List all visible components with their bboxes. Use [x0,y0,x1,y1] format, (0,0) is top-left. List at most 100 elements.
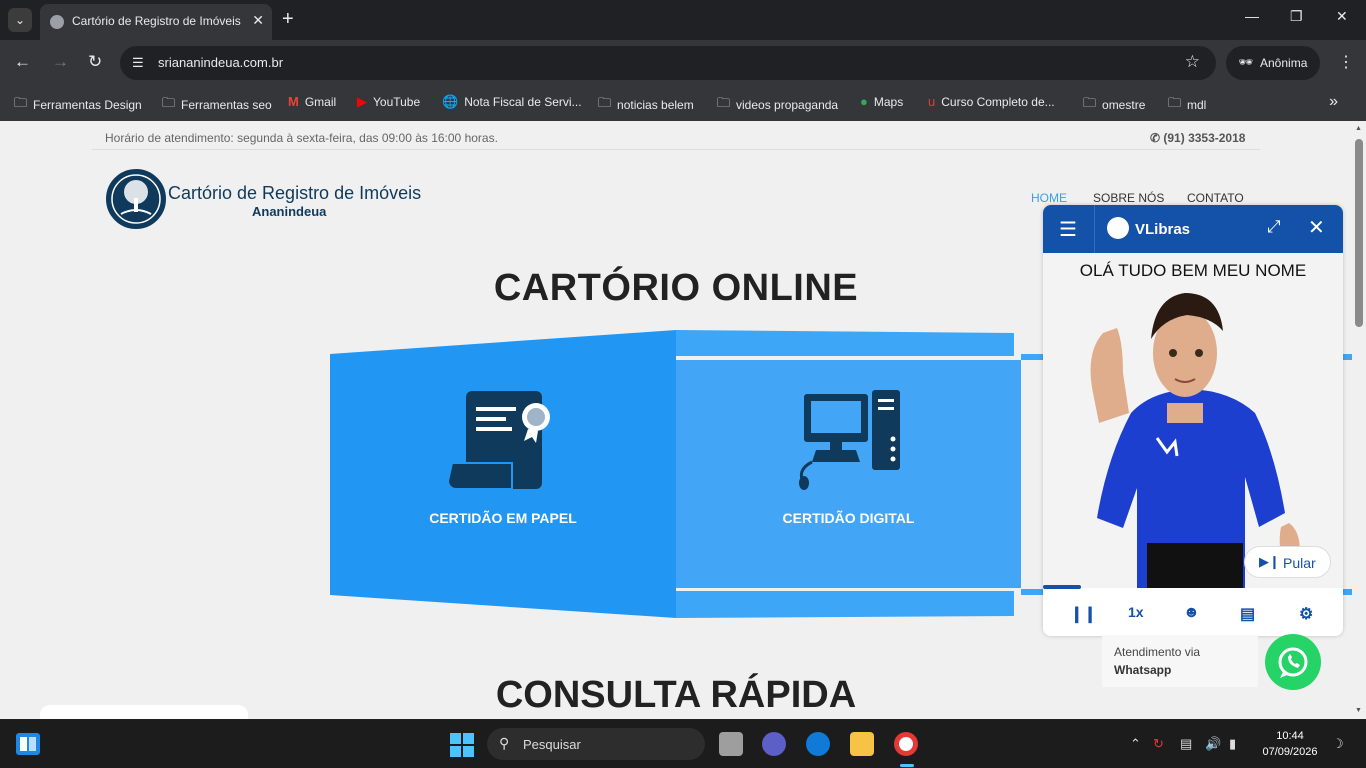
bookmark-item[interactable]: 🌐 Nota Fiscal de Servi... [442,94,582,110]
volume-icon[interactable]: 🔊 [1205,736,1221,752]
tray-overflow-icon[interactable]: ⌃ [1130,736,1141,752]
bookmark-item[interactable]: 🗀 omestre [1083,94,1145,116]
new-tab-button[interactable]: + [282,8,294,30]
taskbar-search[interactable]: ⚲ Pesquisar [487,728,705,760]
reload-button[interactable]: ↻ [88,52,102,72]
teams-chat-icon[interactable] [762,732,786,756]
divider [1094,205,1095,253]
bookmark-item[interactable]: u Curso Completo de... [928,94,1055,109]
tab-favicon-icon [50,15,64,29]
udemy-icon: u [928,94,936,109]
emoji-icon[interactable]: ☻ [1183,604,1200,622]
notifications-icon[interactable]: ☽ [1332,736,1344,752]
folder-icon: 🗀 [162,95,176,110]
certidao-papel-link[interactable]: CERTIDÃO EM PAPEL [330,510,676,526]
windows-start-icon[interactable] [450,733,474,757]
widgets-icon[interactable] [16,733,40,755]
search-placeholder: Pesquisar [523,737,581,752]
bookmark-star-icon[interactable]: ☆ [1185,52,1200,72]
tab-search-button[interactable]: ⌄ [8,8,32,32]
vlibras-widget: OLÁ TUDO BEM MEU NOME ☰ VLibras ⤢ ✕ ▶❙ P… [1043,205,1343,636]
page-scrollbar[interactable]: ▲ ▼ [1352,121,1366,719]
bookmark-item[interactable]: 🗀 Ferramentas seo [162,94,272,116]
whatsapp-line1: Atendimento via [1114,645,1201,659]
chat-widget[interactable] [40,705,248,719]
clock[interactable]: 10:44 07/09/2026 [1258,728,1322,760]
bookmark-label: Ferramentas seo [181,98,272,112]
globe-icon: 🌐 [442,94,459,109]
vlibras-title: VLibras [1135,221,1191,238]
youtube-icon: ▶ [357,94,367,109]
browser-menu-icon[interactable]: ⋮ [1338,52,1354,72]
task-view-icon[interactable] [719,732,743,756]
skip-label: Pular [1283,555,1316,571]
bookmark-item[interactable]: 🗀 Ferramentas Design [14,94,142,116]
bookmark-item[interactable]: ▶ YouTube [357,94,420,110]
bookmarks-overflow-icon[interactable]: » [1329,93,1338,111]
bookmark-item[interactable]: ● Maps [860,94,903,109]
scroll-down-icon[interactable]: ▼ [1355,707,1362,714]
bookmark-label: omestre [1102,98,1146,112]
forward-button[interactable]: → [52,52,69,72]
vlibras-avatar-stage [1043,253,1343,588]
subtitles-icon[interactable]: ▤ [1240,604,1255,624]
bookmark-label: Nota Fiscal de Servi... [464,95,582,109]
time: 10:44 [1276,730,1304,742]
network-icon[interactable]: ▤ [1180,736,1192,752]
minimize-button[interactable]: — [1245,8,1259,24]
address-bar[interactable]: ☰ sriananindeua.com.br ☆ [120,46,1216,80]
vlibras-controls: ❙❙ 1x ☻ ▤ ⚙ [1043,593,1343,636]
tab-close-icon[interactable]: ✕ [252,12,264,29]
certidao-digital-link[interactable]: CERTIDÃO DIGITAL [676,510,1021,526]
vlibras-progress-bar[interactable] [1043,585,1081,589]
tab-title: Cartório de Registro de Imóveis [72,14,241,28]
url-text[interactable]: sriananindeua.com.br [158,55,283,70]
bookmarks-bar: 🗀 Ferramentas Design 🗀 Ferramentas seo M Gm… [0,86,1366,121]
bookmark-item[interactable]: 🗀 noticias belem [598,94,694,116]
bookmark-label: videos propaganda [736,98,839,112]
edge-icon[interactable] [806,732,830,756]
maps-icon: ● [860,94,868,109]
web-page: Horário de atendimento: segunda à sexta-… [0,121,1352,719]
restore-button[interactable]: ❐ [1290,8,1303,25]
skip-button[interactable]: ▶❙ Pular [1244,546,1331,578]
tab-strip: ⌄ Cartório de Registro de Imóveis ✕ + — … [0,0,1366,40]
site-info-icon[interactable]: ☰ [132,55,144,71]
bookmark-label: Ferramentas Design [33,98,142,112]
hamburger-menu-icon[interactable]: ☰ [1059,217,1077,242]
file-explorer-icon[interactable] [850,732,874,756]
expand-icon[interactable]: ⤢ [1267,217,1281,237]
close-icon[interactable]: ✕ [1308,215,1325,240]
bookmark-label: YouTube [373,95,421,109]
profile-label: Anônima [1260,56,1308,70]
skip-icon: ▶❙ [1259,554,1280,569]
speed-button[interactable]: 1x [1128,604,1144,620]
browser-tab[interactable]: Cartório de Registro de Imóveis ✕ [40,4,272,40]
battery-icon[interactable]: ▮ [1229,736,1236,752]
bookmark-item[interactable]: M Gmail [288,94,336,109]
vlibras-avatar [1090,293,1300,588]
chrome-icon[interactable] [894,732,918,756]
pause-icon[interactable]: ❙❙ [1070,604,1097,624]
active-app-indicator [900,764,914,767]
date: 07/09/2026 [1262,746,1318,758]
back-button[interactable]: ← [14,52,31,72]
folder-icon: 🗀 [1168,95,1182,110]
folder-icon: 🗀 [14,95,28,110]
incognito-profile-button[interactable]: 🕶 Anônima [1226,46,1320,80]
settings-icon[interactable]: ⚙ [1299,604,1313,624]
window-close-button[interactable]: ✕ [1336,8,1348,25]
bookmark-item[interactable]: 🗀 videos propaganda [717,94,838,116]
whatsapp-line2: Whatsapp [1114,663,1172,677]
sync-icon[interactable]: ↻ [1153,736,1164,752]
taskbar: ⚲ Pesquisar ⌃ ↻ ▤ 🔊 ▮ 10:44 07/09/2026 ☽ [0,720,1366,768]
folder-icon: 🗀 [598,95,612,110]
gmail-icon: M [288,94,299,109]
whatsapp-label-card[interactable]: Atendimento via Whatsapp [1102,635,1258,687]
scroll-thumb[interactable] [1355,139,1363,327]
bookmark-item[interactable]: 🗀 mdl [1168,94,1206,116]
bookmark-label: Curso Completo de... [941,94,1055,109]
bookmark-label: Gmail [304,94,337,109]
whatsapp-button[interactable] [1265,634,1321,690]
scroll-up-icon[interactable]: ▲ [1355,125,1362,132]
